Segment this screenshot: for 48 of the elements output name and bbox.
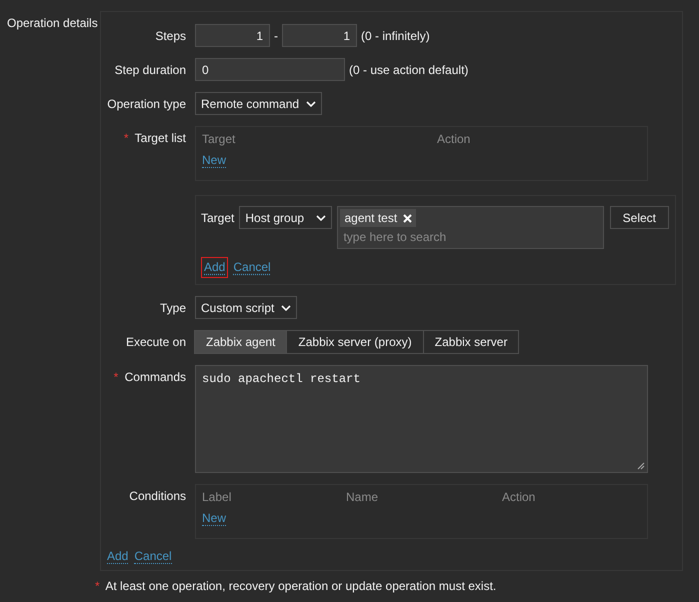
steps-from-field[interactable]: 1	[195, 24, 270, 47]
field-label: Type	[160, 301, 186, 315]
execute-on-option[interactable]: Zabbix server (proxy)	[286, 330, 424, 354]
cancel-link[interactable]: Cancel	[134, 549, 172, 564]
caret-icon	[281, 304, 292, 310]
add-link[interactable]: Add	[201, 257, 228, 278]
host-group-search-field[interactable]: agent test type here to search	[337, 206, 604, 249]
step-duration-field[interactable]: 0	[195, 58, 345, 81]
caret-icon	[316, 214, 326, 220]
target-type-dropdown[interactable]: Host group	[239, 206, 332, 229]
commands-field[interactable]: sudo apachectl restart	[195, 365, 648, 473]
field-label: Steps	[155, 29, 186, 43]
new-link[interactable]: New	[202, 153, 226, 168]
field-label: Operation type	[107, 97, 186, 111]
required-mark: *	[124, 131, 129, 145]
resize-handle-icon[interactable]	[637, 462, 645, 470]
column-header: Target	[202, 132, 236, 146]
separator: -	[274, 28, 278, 42]
section-label: Operation details	[6, 15, 99, 32]
column-header: Name	[346, 490, 380, 504]
tag-label: agent test	[344, 211, 398, 225]
execute-on-option[interactable]: Zabbix agent	[194, 330, 288, 354]
command-text: sudo apachectl restart	[202, 372, 360, 386]
column-header: Action	[502, 490, 536, 504]
field-label: Step duration	[114, 63, 186, 77]
field-label: Target list	[134, 131, 186, 145]
required-mark: *	[114, 370, 118, 384]
footer-note: At least one operation, recovery operation or update operation must exist.	[105, 579, 496, 593]
hint-text: (0 - use action default)	[349, 62, 468, 76]
field-label: Conditions	[129, 489, 186, 503]
caret-icon	[306, 100, 316, 106]
cancel-link[interactable]: Cancel	[230, 257, 274, 278]
operation-type-dropdown[interactable]: Remote command	[195, 92, 322, 115]
field-label: Execute on	[126, 335, 186, 349]
add-link[interactable]: Add	[107, 549, 128, 564]
column-header: Action	[437, 132, 472, 146]
hint-text: (0 - infinitely)	[361, 28, 430, 42]
field-label: Target	[201, 210, 234, 225]
column-header: Label	[202, 490, 232, 504]
steps-to-field[interactable]: 1	[282, 24, 357, 47]
new-link[interactable]: New	[202, 511, 226, 526]
remove-icon[interactable]	[403, 214, 412, 222]
search-placeholder: type here to search	[342, 230, 448, 244]
execute-on-option[interactable]: Zabbix server	[422, 330, 520, 354]
select-button[interactable]: Select	[610, 206, 669, 229]
type-dropdown[interactable]: Custom script	[195, 296, 298, 319]
required-mark: *	[95, 579, 100, 593]
field-label: Commands	[124, 370, 186, 384]
